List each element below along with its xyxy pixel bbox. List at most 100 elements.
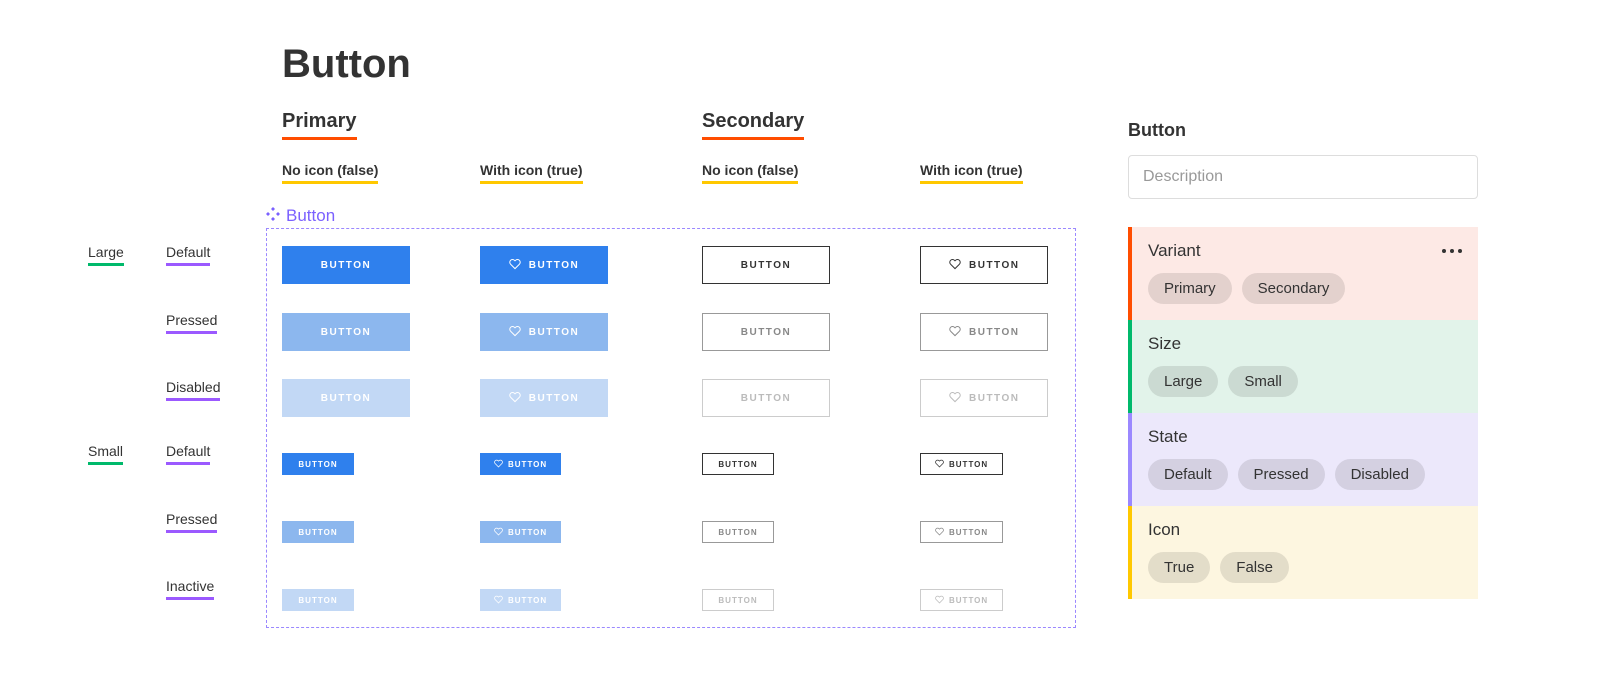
heart-icon <box>935 595 944 606</box>
button-secondary-small-inactive-icon[interactable]: BUTTON <box>920 589 1003 611</box>
button-label: BUTTON <box>321 260 371 271</box>
button-secondary-large-disabled-icon[interactable]: BUTTON <box>920 379 1048 417</box>
button-secondary-small-pressed[interactable]: BUTTON <box>702 521 774 543</box>
button-primary-large-default[interactable]: BUTTON <box>282 246 410 284</box>
button-label: BUTTON <box>718 596 757 605</box>
button-secondary-large-disabled[interactable]: BUTTON <box>702 379 830 417</box>
button-label: BUTTON <box>949 596 988 605</box>
button-secondary-large-default[interactable]: BUTTON <box>702 246 830 284</box>
button-label: BUTTON <box>741 393 791 404</box>
button-primary-large-default-icon[interactable]: BUTTON <box>480 246 608 284</box>
frame-label[interactable]: Button <box>266 206 335 226</box>
button-secondary-small-inactive[interactable]: BUTTON <box>702 589 774 611</box>
description-input[interactable] <box>1128 155 1478 199</box>
button-label: BUTTON <box>298 460 337 469</box>
button-secondary-small-default[interactable]: BUTTON <box>702 453 774 475</box>
button-label: BUTTON <box>508 528 547 537</box>
size-label-large: Large <box>88 244 124 266</box>
property-pill[interactable]: Secondary <box>1242 273 1346 304</box>
property-pill[interactable]: Large <box>1148 366 1218 397</box>
heart-icon <box>494 459 503 470</box>
button-secondary-large-default-icon[interactable]: BUTTON <box>920 246 1048 284</box>
button-primary-small-pressed[interactable]: BUTTON <box>282 521 354 543</box>
button-secondary-small-pressed-icon[interactable]: BUTTON <box>920 521 1003 543</box>
button-label: BUTTON <box>529 260 579 271</box>
column-header-primary: Primary <box>282 110 357 140</box>
button-primary-small-default-icon[interactable]: BUTTON <box>480 453 561 475</box>
heart-icon <box>509 325 521 340</box>
property-group-icon: Icon True False <box>1128 506 1478 599</box>
subheader-no-icon: No icon (false) <box>702 162 798 184</box>
button-label: BUTTON <box>508 460 547 469</box>
button-label: BUTTON <box>321 393 371 404</box>
button-secondary-large-pressed-icon[interactable]: BUTTON <box>920 313 1048 351</box>
button-label: BUTTON <box>741 260 791 271</box>
subheader-with-icon: With icon (true) <box>480 162 583 184</box>
property-pill[interactable]: Pressed <box>1238 459 1325 490</box>
subheader-no-icon: No icon (false) <box>282 162 378 184</box>
state-label-disabled: Disabled <box>166 379 220 401</box>
more-menu-button[interactable] <box>1442 249 1462 253</box>
property-pill[interactable]: Default <box>1148 459 1228 490</box>
button-label: BUTTON <box>529 327 579 338</box>
button-primary-large-pressed-icon[interactable]: BUTTON <box>480 313 608 351</box>
heart-icon <box>509 258 521 273</box>
button-primary-small-inactive[interactable]: BUTTON <box>282 589 354 611</box>
component-icon <box>266 206 280 226</box>
size-label-small: Small <box>88 443 123 465</box>
property-name: Icon <box>1148 520 1180 540</box>
heart-icon <box>935 527 944 538</box>
property-group-size: Size Large Small <box>1128 320 1478 413</box>
state-label-pressed: Pressed <box>166 312 217 334</box>
page-title: Button <box>282 42 411 87</box>
state-label-default: Default <box>166 443 210 465</box>
button-secondary-large-pressed[interactable]: BUTTON <box>702 313 830 351</box>
button-secondary-small-default-icon[interactable]: BUTTON <box>920 453 1003 475</box>
state-label-default: Default <box>166 244 210 266</box>
heart-icon <box>509 391 521 406</box>
panel-title: Button <box>1128 120 1478 141</box>
property-pill[interactable]: False <box>1220 552 1289 583</box>
button-primary-small-pressed-icon[interactable]: BUTTON <box>480 521 561 543</box>
property-name: Size <box>1148 334 1181 354</box>
heart-icon <box>949 391 961 406</box>
button-primary-small-default[interactable]: BUTTON <box>282 453 354 475</box>
button-primary-large-disabled[interactable]: BUTTON <box>282 379 410 417</box>
heart-icon <box>949 325 961 340</box>
property-pill[interactable]: True <box>1148 552 1210 583</box>
button-primary-small-inactive-icon[interactable]: BUTTON <box>480 589 561 611</box>
button-label: BUTTON <box>969 260 1019 271</box>
heart-icon <box>949 258 961 273</box>
heart-icon <box>494 527 503 538</box>
button-label: BUTTON <box>969 327 1019 338</box>
subheader-with-icon: With icon (true) <box>920 162 1023 184</box>
state-label-pressed: Pressed <box>166 511 217 533</box>
property-name: Variant <box>1148 241 1201 261</box>
property-pill[interactable]: Primary <box>1148 273 1232 304</box>
property-group-state: State Default Pressed Disabled <box>1128 413 1478 506</box>
button-label: BUTTON <box>321 327 371 338</box>
property-group-variant: Variant Primary Secondary <box>1128 227 1478 320</box>
state-label-inactive: Inactive <box>166 578 214 600</box>
property-pill[interactable]: Small <box>1228 366 1298 397</box>
button-label: BUTTON <box>298 528 337 537</box>
button-label: BUTTON <box>949 528 988 537</box>
button-label: BUTTON <box>741 327 791 338</box>
heart-icon <box>494 595 503 606</box>
component-frame[interactable] <box>266 228 1076 628</box>
column-header-secondary: Secondary <box>702 110 804 140</box>
button-primary-large-pressed[interactable]: BUTTON <box>282 313 410 351</box>
button-label: BUTTON <box>298 596 337 605</box>
button-label: BUTTON <box>529 393 579 404</box>
property-pill[interactable]: Disabled <box>1335 459 1425 490</box>
button-label: BUTTON <box>718 460 757 469</box>
button-label: BUTTON <box>718 528 757 537</box>
button-label: BUTTON <box>508 596 547 605</box>
properties-panel: Button Variant Primary Secondary Size La… <box>1128 120 1478 599</box>
heart-icon <box>935 459 944 470</box>
button-label: BUTTON <box>969 393 1019 404</box>
frame-label-text: Button <box>286 206 335 226</box>
button-label: BUTTON <box>949 460 988 469</box>
property-name: State <box>1148 427 1188 447</box>
button-primary-large-disabled-icon[interactable]: BUTTON <box>480 379 608 417</box>
